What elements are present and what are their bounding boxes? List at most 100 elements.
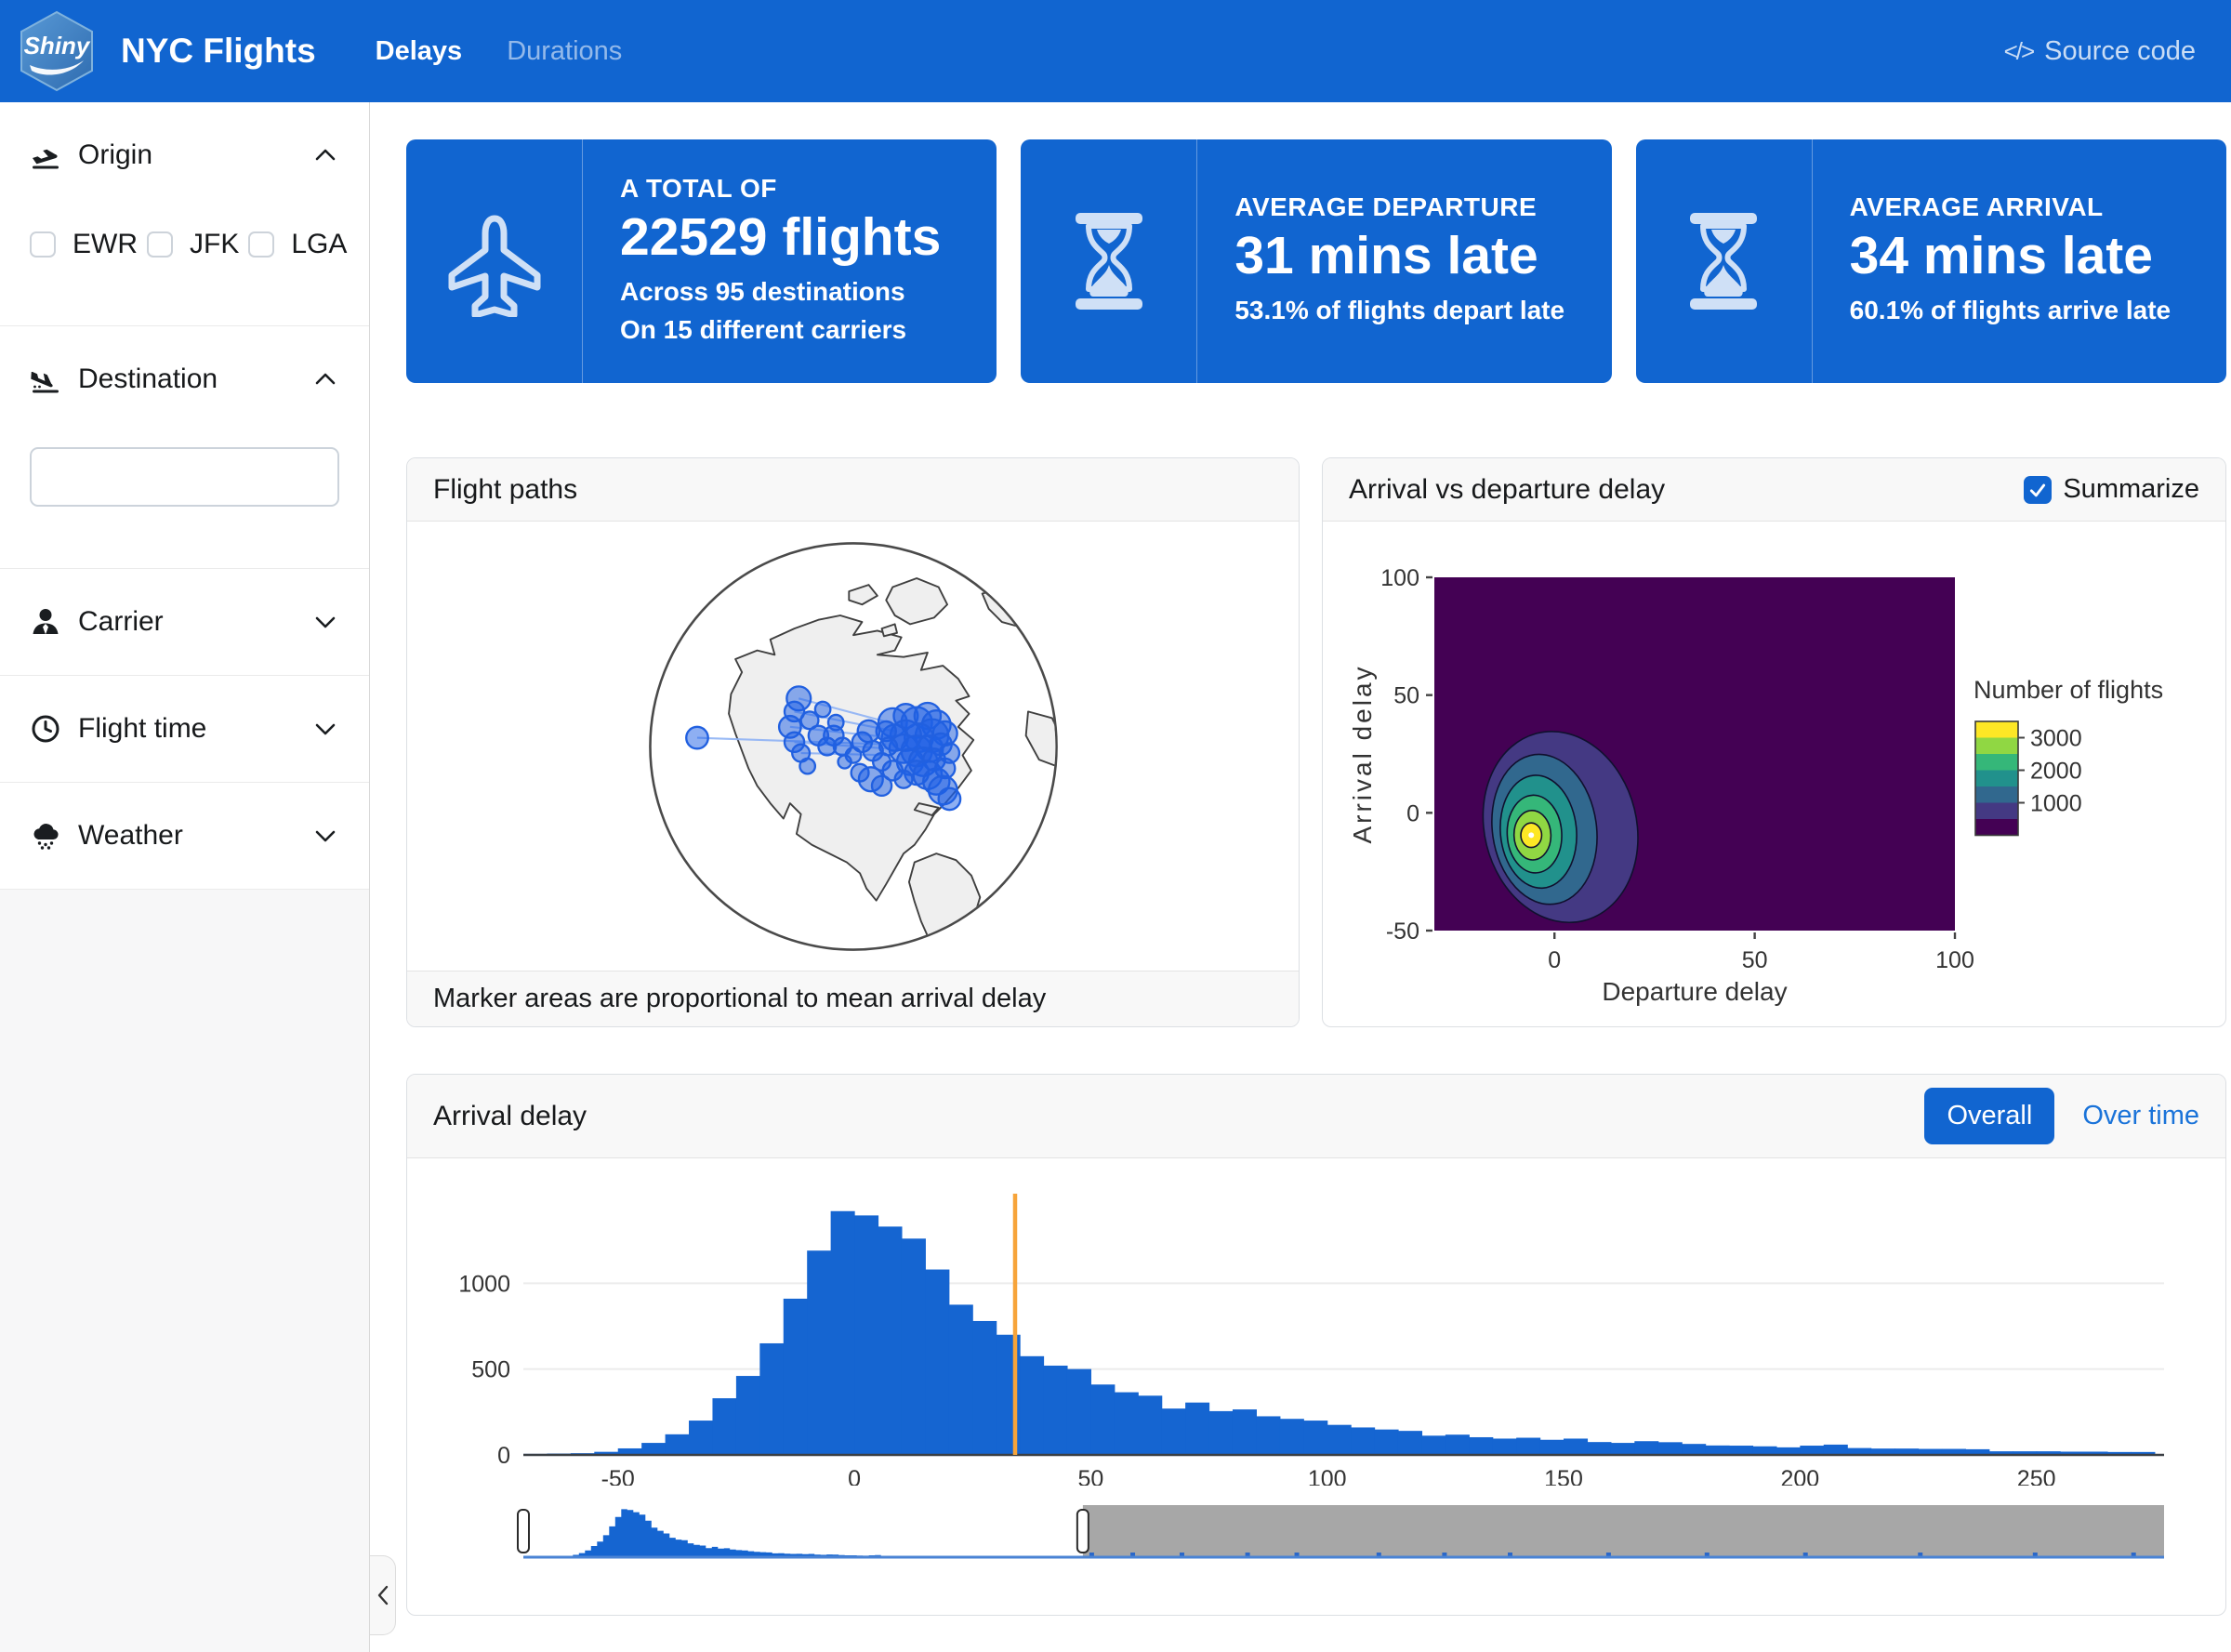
accordion-origin: Origin EWR JFK LGA <box>0 102 369 326</box>
svg-text:1000: 1000 <box>458 1271 510 1297</box>
checkbox-jfk-label: JFK <box>190 229 239 260</box>
summarize-checkbox[interactable]: Summarize <box>2024 474 2199 505</box>
checkbox-ewr-label: EWR <box>73 229 138 260</box>
flight-paths-card: Flight paths Marker areas are proportion… <box>406 457 1300 1027</box>
svg-text:100: 100 <box>1380 565 1419 591</box>
svg-text:3000: 3000 <box>2030 726 2082 752</box>
svg-text:0: 0 <box>1406 800 1419 826</box>
svg-text:1000: 1000 <box>2030 791 2082 817</box>
svg-text:2000: 2000 <box>2030 759 2082 785</box>
arrival-delay-range-slider[interactable] <box>435 1503 2198 1576</box>
value-box-avg-arrival: AVERAGE ARRIVAL 34 mins late 60.1% of fl… <box>1636 139 2226 383</box>
slider-handle-left[interactable] <box>518 1510 529 1553</box>
svg-text:0: 0 <box>848 1466 861 1486</box>
accordion-carrier-header[interactable]: Carrier <box>30 606 339 638</box>
value-box-title: AVERAGE ARRIVAL <box>1850 192 2171 222</box>
carrier-label: Carrier <box>78 606 164 638</box>
svg-text:Arrival delay: Arrival delay <box>1348 664 1377 843</box>
collapse-chevron-left-icon <box>373 1583 393 1607</box>
flight-paths-globe[interactable] <box>634 528 1073 965</box>
hourglass-icon <box>1636 139 1813 383</box>
svg-text:500: 500 <box>471 1357 510 1383</box>
main-content: A TOTAL OF 22529 flights Across 95 desti… <box>370 102 2231 1652</box>
chevron-down-icon <box>311 715 339 743</box>
value-box-row: A TOTAL OF 22529 flights Across 95 desti… <box>406 139 2226 383</box>
checkbox-lga-label: LGA <box>291 229 347 260</box>
chevron-down-icon <box>311 822 339 850</box>
sidebar-filler <box>0 890 369 1652</box>
value-box-avg-departure: AVERAGE DEPARTURE 31 mins late 53.1% of … <box>1021 139 1611 383</box>
source-code-link[interactable]: </> Source code <box>2004 36 2196 67</box>
value-box-value: 22529 flights <box>620 207 941 269</box>
plane-departure-icon <box>30 139 61 171</box>
destination-input[interactable] <box>30 447 339 507</box>
accordion-destination: Destination <box>0 326 369 569</box>
checkbox-ewr[interactable] <box>30 231 56 258</box>
svg-text:50: 50 <box>1393 683 1419 709</box>
accordion-flight-time: Flight time <box>0 676 369 783</box>
arrival-delay-card: Arrival delay Overall Over time 05001000… <box>406 1074 2226 1616</box>
tab-delays[interactable]: Delays <box>376 36 463 67</box>
checkbox-lga[interactable] <box>248 231 274 258</box>
value-box-value: 31 mins late <box>1234 226 1564 287</box>
flight-paths-header: Flight paths <box>407 458 1299 522</box>
origin-checkbox-group: EWR JFK LGA <box>30 229 339 260</box>
chevron-down-icon <box>311 608 339 636</box>
svg-text:100: 100 <box>1308 1466 1347 1486</box>
svg-text:Number of flights: Number of flights <box>1974 676 2163 704</box>
svg-text:100: 100 <box>1935 947 1974 973</box>
scatter-header: Arrival vs departure delay Summarize <box>1323 458 2225 522</box>
slider-handle-right[interactable] <box>1077 1510 1089 1553</box>
origin-label: Origin <box>78 139 152 171</box>
svg-text:Shiny: Shiny <box>24 32 91 59</box>
svg-text:0: 0 <box>497 1443 510 1469</box>
accordion-weather: Weather <box>0 783 369 890</box>
value-box-subtitle: 53.1% of flights depart late <box>1234 292 1564 330</box>
tab-durations[interactable]: Durations <box>507 36 622 67</box>
weather-label: Weather <box>78 820 183 852</box>
plane-arrival-icon <box>30 363 61 395</box>
flight-time-label: Flight time <box>78 713 206 745</box>
source-code-label: Source code <box>2044 36 2196 67</box>
summarize-label: Summarize <box>2063 474 2199 505</box>
filter-sidebar: Origin EWR JFK LGA Des <box>0 102 370 1652</box>
svg-text:Departure delay: Departure delay <box>1602 977 1787 1006</box>
svg-text:50: 50 <box>1742 947 1768 973</box>
shiny-logo: Shiny <box>19 9 95 93</box>
arrival-delay-histogram[interactable]: 05001000-50050100150200250 <box>435 1179 2198 1486</box>
scatter-title: Arrival vs departure delay <box>1349 474 1665 506</box>
accordion-carrier: Carrier <box>0 569 369 676</box>
scatter-card: Arrival vs departure delay Summarize -50… <box>1322 457 2226 1027</box>
over-time-button[interactable]: Over time <box>2082 1101 2199 1131</box>
svg-text:250: 250 <box>2017 1466 2056 1486</box>
svg-text:150: 150 <box>1544 1466 1583 1486</box>
arrival-delay-title: Arrival delay <box>433 1101 587 1132</box>
flight-paths-footer: Marker areas are proportional to mean ar… <box>407 971 1299 1026</box>
arrival-delay-header: Arrival delay Overall Over time <box>407 1075 2225 1158</box>
value-box-subtitle: On 15 different carriers <box>620 311 941 350</box>
cloud-rain-icon <box>30 820 61 852</box>
svg-text:-50: -50 <box>601 1466 635 1486</box>
value-box-title: A TOTAL OF <box>620 174 941 204</box>
contour-plot[interactable]: -50050100050100Departure delayArrival de… <box>1323 522 2202 1024</box>
accordion-weather-header[interactable]: Weather <box>30 820 339 852</box>
value-box-subtitle: Across 95 destinations <box>620 273 941 311</box>
accordion-flight-time-header[interactable]: Flight time <box>30 713 339 745</box>
value-box-title: AVERAGE DEPARTURE <box>1234 192 1564 222</box>
clock-icon <box>30 713 61 745</box>
accordion-origin-header[interactable]: Origin <box>30 139 339 171</box>
value-box-value: 34 mins late <box>1850 226 2171 287</box>
sidebar-collapse-toggle[interactable] <box>370 1555 396 1635</box>
destination-label: Destination <box>78 363 218 395</box>
overall-button[interactable]: Overall <box>1924 1088 2054 1144</box>
code-icon: </> <box>2004 37 2034 66</box>
user-tie-icon <box>30 606 61 638</box>
middle-cards-row: Flight paths Marker areas are proportion… <box>406 457 2226 1027</box>
svg-text:50: 50 <box>1077 1466 1103 1486</box>
svg-text:0: 0 <box>1548 947 1561 973</box>
checkbox-jfk[interactable] <box>147 231 173 258</box>
accordion-destination-header[interactable]: Destination <box>30 363 339 395</box>
chevron-up-icon <box>311 141 339 169</box>
value-box-subtitle: 60.1% of flights arrive late <box>1850 292 2171 330</box>
svg-text:-50: -50 <box>1386 919 1419 945</box>
